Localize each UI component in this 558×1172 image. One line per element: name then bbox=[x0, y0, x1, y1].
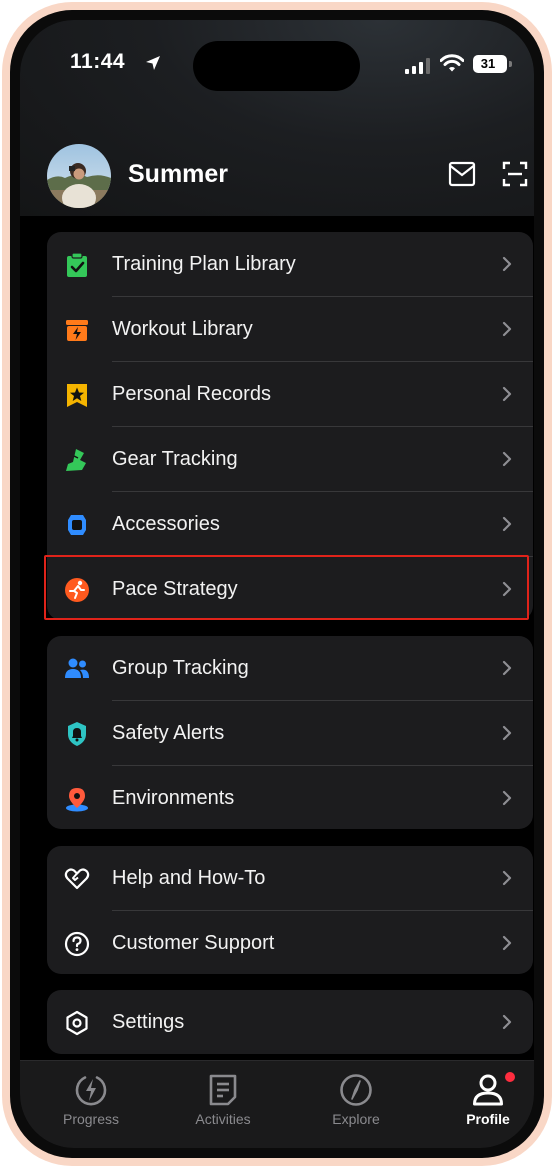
menu-item-label: Gear Tracking bbox=[112, 448, 238, 470]
person-icon bbox=[473, 1074, 503, 1106]
app-screen: 11:44 31 Summer Training Plan Library Wo… bbox=[20, 20, 534, 1148]
menu-item-customer-support[interactable]: Customer Support bbox=[47, 911, 533, 974]
compass-icon bbox=[340, 1074, 372, 1106]
notification-dot bbox=[505, 1072, 515, 1082]
menu-item-label: Settings bbox=[112, 1011, 185, 1033]
chevron-right-icon bbox=[502, 256, 512, 272]
avatar-photo bbox=[47, 144, 111, 208]
menu-item-safety-alerts[interactable]: Safety Alerts bbox=[47, 701, 533, 765]
status-time: 11:44 bbox=[70, 50, 126, 73]
hexagon-gear-icon bbox=[66, 1010, 88, 1036]
dynamic-island bbox=[193, 41, 360, 91]
menu-item-label: Help and How-To bbox=[112, 867, 266, 889]
mail-icon[interactable] bbox=[448, 161, 476, 187]
profile-name[interactable]: Summer bbox=[128, 160, 228, 189]
heart-hands-icon bbox=[64, 868, 90, 890]
bell-shield-icon bbox=[68, 722, 86, 746]
menu-item-label: Customer Support bbox=[112, 932, 275, 954]
menu-item-label: Training Plan Library bbox=[112, 253, 296, 275]
tab-activities[interactable]: Activities bbox=[168, 1073, 278, 1127]
menu-item-training-plan-library[interactable]: Training Plan Library bbox=[47, 232, 533, 296]
menu-item-environments[interactable]: Environments bbox=[47, 766, 533, 829]
menu-item-workout-library[interactable]: Workout Library bbox=[47, 297, 533, 361]
cellular-signal-icon bbox=[405, 58, 430, 74]
battery-level: 31 bbox=[480, 56, 496, 71]
profile-header: 11:44 31 Summer bbox=[20, 20, 534, 216]
tab-label: Activities bbox=[195, 1111, 251, 1127]
selection-highlight bbox=[44, 555, 529, 620]
shoe-icon bbox=[66, 449, 86, 471]
lightning-circle-icon bbox=[75, 1076, 107, 1106]
phone-bezel: 11:44 31 Summer Training Plan Library Wo… bbox=[10, 10, 544, 1158]
menu-item-label: Group Tracking bbox=[112, 657, 249, 679]
menu-item-label: Accessories bbox=[112, 513, 220, 535]
chevron-right-icon bbox=[502, 660, 512, 676]
tab-label: Profile bbox=[466, 1111, 510, 1127]
tab-explore[interactable]: Explore bbox=[301, 1073, 411, 1127]
wifi-icon bbox=[440, 54, 464, 72]
chevron-right-icon bbox=[502, 725, 512, 741]
lightning-box-icon bbox=[66, 320, 88, 341]
chevron-right-icon bbox=[502, 451, 512, 467]
avatar[interactable] bbox=[47, 144, 111, 208]
menu-item-label: Workout Library bbox=[112, 318, 253, 340]
scan-icon[interactable] bbox=[502, 161, 528, 187]
menu-group-help: Help and How-To Customer Support bbox=[47, 846, 533, 974]
menu-item-help-and-how-to[interactable]: Help and How-To bbox=[47, 846, 533, 910]
menu-item-label: Personal Records bbox=[112, 383, 271, 405]
tab-label: Progress bbox=[62, 1111, 120, 1127]
menu-item-label: Safety Alerts bbox=[112, 722, 225, 744]
menu-group-settings: Settings bbox=[47, 990, 533, 1054]
chevron-right-icon bbox=[502, 516, 512, 532]
menu-item-accessories[interactable]: Accessories bbox=[47, 492, 533, 556]
menu-item-settings[interactable]: Settings bbox=[47, 990, 533, 1054]
location-pin-icon bbox=[66, 788, 88, 812]
tab-label: Explore bbox=[332, 1111, 380, 1127]
group-icon bbox=[65, 658, 89, 678]
menu-group-safety: Group Tracking Safety Alerts Environment… bbox=[47, 636, 533, 829]
document-icon bbox=[209, 1074, 237, 1106]
location-arrow-icon bbox=[146, 56, 160, 70]
battery-indicator: 31 bbox=[473, 55, 507, 73]
menu-item-gear-tracking[interactable]: Gear Tracking bbox=[47, 427, 533, 491]
clipboard-check-icon bbox=[67, 252, 87, 277]
menu-item-personal-records[interactable]: Personal Records bbox=[47, 362, 533, 426]
tab-progress[interactable]: Progress bbox=[36, 1073, 146, 1127]
menu-item-group-tracking[interactable]: Group Tracking bbox=[47, 636, 533, 700]
chevron-right-icon bbox=[502, 321, 512, 337]
tab-bar: Progress Activities Explore Profile bbox=[20, 1060, 534, 1148]
chevron-right-icon bbox=[502, 386, 512, 402]
chevron-right-icon bbox=[502, 935, 512, 951]
star-icon bbox=[67, 384, 87, 407]
chevron-right-icon bbox=[502, 790, 512, 806]
tab-profile[interactable]: Profile bbox=[433, 1073, 534, 1127]
chevron-right-icon bbox=[502, 870, 512, 886]
question-circle-icon bbox=[64, 931, 90, 957]
menu-item-label: Environments bbox=[112, 787, 235, 809]
phone-frame: 11:44 31 Summer Training Plan Library Wo… bbox=[2, 2, 552, 1166]
chevron-right-icon bbox=[502, 1014, 512, 1030]
battery-tip bbox=[509, 61, 512, 67]
watch-icon bbox=[68, 515, 86, 535]
